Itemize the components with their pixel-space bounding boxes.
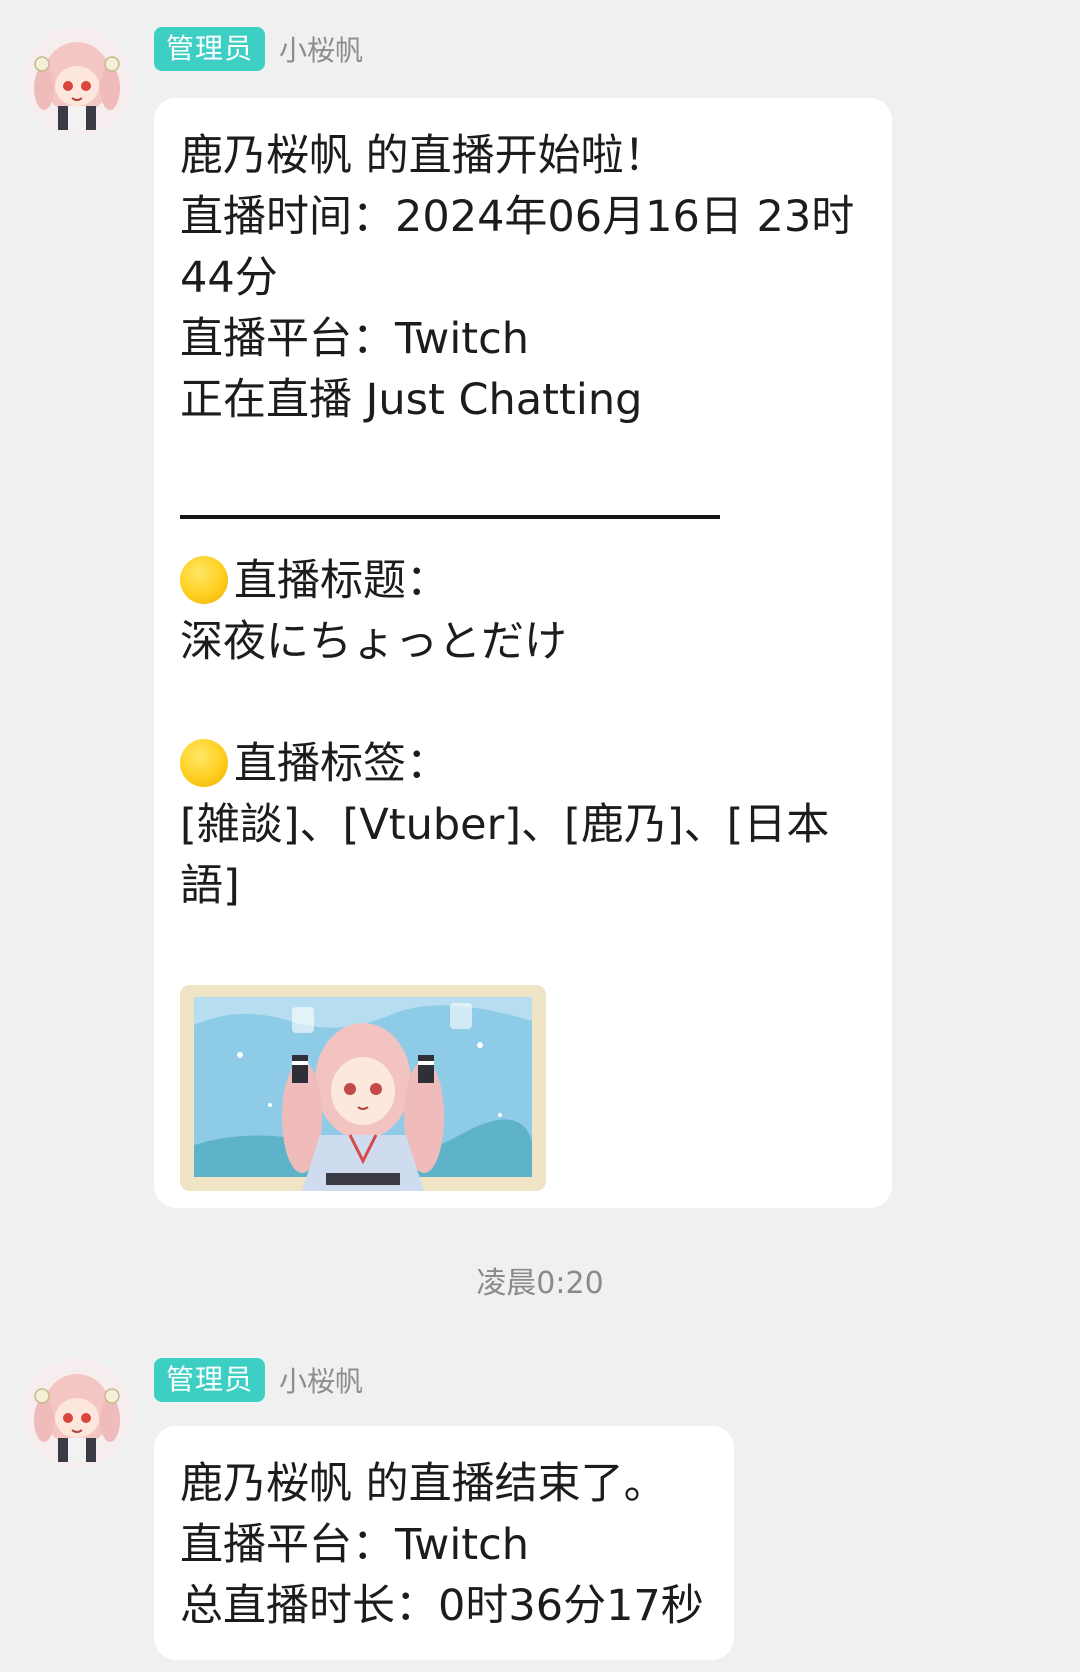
chat-timestamp: 凌晨0:20 [476,1266,604,1301]
stream-tags: [雑談]、[Vtuber]、[鹿乃]、[日本 [180,800,830,850]
message-line: 直播时间：2024年06月16日 23时 [180,192,855,242]
yellow-circle-icon [180,739,228,787]
tags-heading: 直播标签： [234,739,449,789]
admin-badge: 管理员 [154,27,266,71]
message-bubble[interactable]: 鹿乃桜帆 的直播结束了。 直播平台：Twitch 总直播时长：0时36分17秒 [154,1426,734,1660]
stream-title: 深夜にちょっとだけ [180,617,567,667]
message-line: 直播平台：Twitch [180,1520,530,1570]
sender-name[interactable]: 小桜帆 [279,1360,363,1400]
sender-avatar[interactable] [22,26,132,136]
message-line: 44分 [180,253,278,303]
message-line: 总直播时长：0时36分17秒 [180,1581,704,1631]
yellow-circle-icon [180,556,228,604]
message-line: 鹿乃桜帆 的直播开始啦！ [180,131,667,181]
sender-avatar[interactable] [22,1358,132,1468]
tags-heading-line: 直播标签： [180,734,866,795]
divider [180,515,720,519]
stream-tags-continued: 語] [180,861,240,911]
stream-thumbnail-image[interactable] [180,985,546,1191]
message-bubble[interactable]: 鹿乃桜帆 的直播开始啦！ 直播时间：2024年06月16日 23时 44分 直播… [154,98,892,1208]
admin-badge: 管理员 [154,1358,266,1402]
sender-name[interactable]: 小桜帆 [279,29,363,69]
title-heading: 直播标题： [234,556,449,606]
message-line: 正在直播 Just Chatting [180,375,643,425]
sender-name-row: 管理员 小桜帆 [154,27,363,71]
sender-name-row: 管理员 小桜帆 [154,1358,363,1402]
message-line: 鹿乃桜帆 的直播结束了。 [180,1459,667,1509]
title-heading-line: 直播标题： [180,551,866,612]
message-line: 直播平台：Twitch [180,314,530,364]
